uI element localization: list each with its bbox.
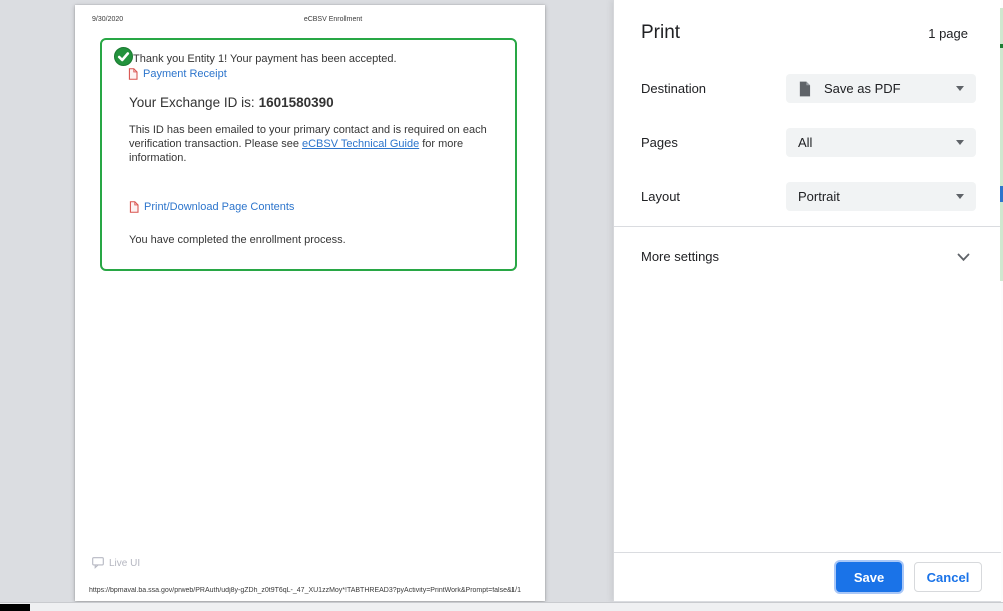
pdf-file-icon: [129, 201, 139, 213]
chevron-down-icon: [957, 253, 970, 262]
layout-select[interactable]: Portrait: [786, 182, 976, 211]
info-paragraph: This ID has been emailed to your primary…: [129, 123, 503, 165]
live-ui-label: Live UI: [109, 557, 141, 569]
layout-value: Portrait: [798, 189, 840, 204]
payment-receipt-label: Payment Receipt: [143, 68, 227, 80]
enrollment-complete-message: You have completed the enrollment proces…: [129, 234, 346, 246]
layout-label: Layout: [641, 189, 681, 204]
pdf-file-icon: [128, 68, 138, 80]
payment-accepted-message: Thank you Entity 1! Your payment has bee…: [133, 53, 397, 65]
success-check-icon: [114, 47, 133, 66]
print-footer-url: https://bpmaval.ba.ssa.gov/prweb/PRAuth/…: [89, 587, 513, 594]
print-dialog: Print 1 page Destination Save as PDF Pag…: [613, 0, 1001, 602]
exchange-id-line: Your Exchange ID is: 1601580390: [129, 95, 334, 110]
page-count: 1 page: [928, 26, 968, 41]
destination-select[interactable]: Save as PDF: [786, 74, 976, 103]
pages-value: All: [798, 135, 813, 150]
bottom-left-black-region: [0, 604, 30, 611]
pages-label: Pages: [641, 135, 678, 150]
chevron-down-icon: [956, 194, 964, 199]
divider: [614, 552, 1001, 553]
chevron-down-icon: [956, 86, 964, 91]
pages-select[interactable]: All: [786, 128, 976, 157]
destination-value: Save as PDF: [824, 81, 901, 96]
window-bottom-strip: [0, 602, 1003, 611]
print-dialog-title: Print: [641, 22, 681, 43]
confirmation-panel: Thank you Entity 1! Your payment has bee…: [100, 38, 517, 271]
more-settings-toggle[interactable]: More settings: [614, 240, 1001, 274]
pdf-destination-icon: [798, 81, 811, 97]
payment-receipt-link: Payment Receipt: [128, 68, 227, 80]
print-download-link: Print/Download Page Contents: [129, 201, 294, 213]
destination-label: Destination: [641, 81, 707, 96]
print-download-label: Print/Download Page Contents: [144, 201, 295, 213]
cancel-button[interactable]: Cancel: [914, 562, 982, 592]
print-header-title: eCBSV Enrollment: [303, 16, 363, 23]
document-preview-page: 9/30/2020 eCBSV Enrollment Thank you Ent…: [75, 5, 545, 601]
more-settings-label: More settings: [641, 249, 720, 264]
divider: [614, 226, 1001, 227]
technical-guide-link: eCBSV Technical Guide: [301, 138, 420, 150]
speech-bubble-icon: [92, 557, 105, 569]
exchange-id-value: 1601580390: [258, 95, 334, 110]
chevron-down-icon: [956, 140, 964, 145]
print-footer-page-number: 1/1: [511, 587, 521, 594]
live-ui-badge: Live UI: [92, 557, 140, 569]
exchange-id-label: Your Exchange ID is:: [129, 95, 255, 110]
save-button[interactable]: Save: [836, 562, 902, 592]
print-preview-area: 9/30/2020 eCBSV Enrollment Thank you Ent…: [0, 0, 613, 602]
